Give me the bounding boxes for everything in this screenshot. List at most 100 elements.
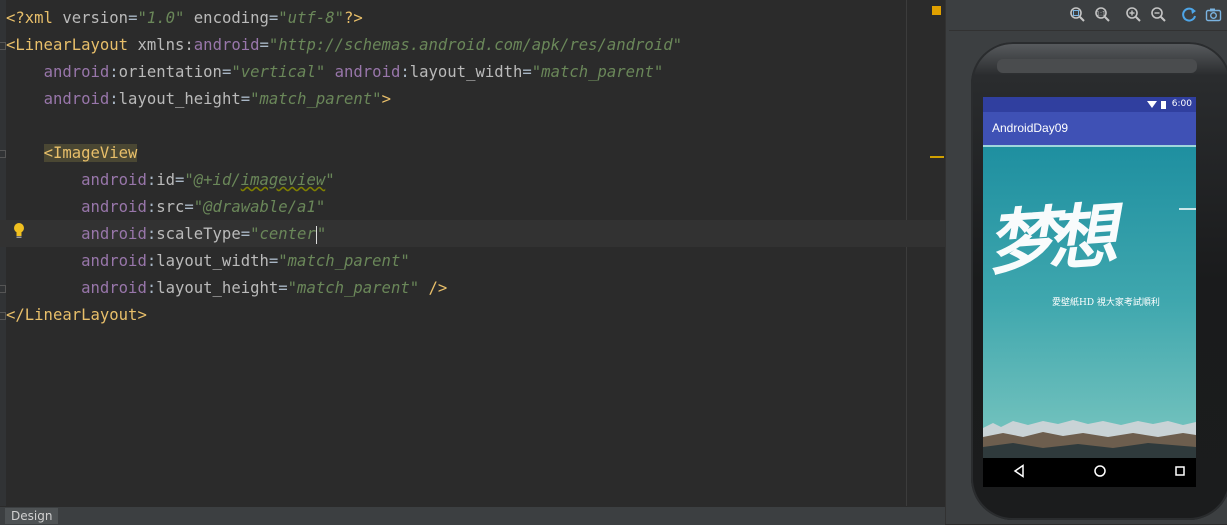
attr-orientation: orientation (118, 63, 222, 81)
tag-bracket: < (6, 36, 16, 54)
xml-decl-version-attr: version (62, 9, 129, 27)
app-title: AndroidDay09 (983, 112, 1196, 145)
screenshot-icon[interactable] (1205, 6, 1222, 23)
status-bar: 6:00 (983, 97, 1196, 112)
colon: : (109, 63, 119, 81)
value-center: "center (250, 225, 316, 243)
colon: : (400, 63, 410, 81)
value-drawable-a1: "@drawable/a1" (193, 198, 326, 216)
attr-layout-width: layout_width (156, 252, 269, 270)
tag-name-imageview: ImageView (52, 144, 138, 162)
value-id-prefix: "@+id/ (184, 171, 241, 189)
attr-namespace: android (81, 279, 147, 297)
attr-namespace: android (43, 90, 110, 108)
zoom-actual-icon[interactable]: 1:1 (1094, 6, 1111, 23)
closing-tag-open: </ (6, 306, 25, 324)
tag-name-linearlayout: LinearLayout (15, 36, 129, 54)
equals-sign: = (240, 225, 251, 243)
attr-id: id (156, 171, 175, 189)
attr-src: src (156, 198, 185, 216)
refresh-icon[interactable] (1181, 6, 1198, 23)
equals-sign: = (268, 252, 279, 270)
equals-sign: = (278, 279, 288, 297)
value-match-parent: "match_parent" (531, 63, 664, 81)
colon: : (146, 198, 157, 216)
code-line-8: android:src="@drawable/a1" (6, 194, 325, 221)
xml-decl-encoding-value: "utf-8" (278, 9, 345, 27)
xml-decl-encoding-attr: encoding (193, 9, 269, 27)
scrollbar-warning-marker[interactable] (930, 156, 944, 158)
self-closing-bracket: /> (419, 279, 448, 297)
attr-namespace: android (81, 225, 147, 243)
colon: : (146, 252, 157, 270)
value-id-imageview: imageview (240, 171, 326, 189)
value-match-parent: "match_parent" (278, 252, 410, 270)
preview-toolbar: 1:1 (949, 0, 1227, 31)
code-line-6: <ImageView (6, 140, 138, 167)
xml-decl-open: <?xml (6, 9, 63, 27)
xmlns-prefix: xmlns: (137, 36, 194, 54)
editor-bottom-tabs (0, 506, 945, 525)
attr-namespace: android (43, 63, 110, 81)
code-line-7: android:id="@+id/imageview" (6, 167, 335, 194)
zoom-in-icon[interactable] (1125, 6, 1142, 23)
code-line-9: android:scaleType="center" (6, 221, 326, 248)
value-match-parent: "match_parent" (287, 279, 420, 297)
xmlns-name: android (193, 36, 260, 54)
recents-icon[interactable] (1174, 464, 1186, 478)
xmlns-value: "http://schemas.android.com/apk/res/andr… (268, 36, 682, 54)
attr-scaletype: scaleType (156, 225, 241, 243)
imageview-preview[interactable]: 梦想 愛壁紙HD 視大家考試順利 (983, 145, 1196, 458)
inspection-status-icon[interactable] (932, 6, 941, 15)
attr-namespace: android (81, 171, 147, 189)
image-title-text: 梦想 (984, 193, 1110, 286)
tag-bracket: < (43, 144, 53, 162)
home-icon[interactable] (1093, 464, 1107, 478)
equals-sign: = (175, 171, 185, 189)
value-vertical: "vertical" (231, 63, 326, 81)
code-line-12: </LinearLayout> (6, 302, 147, 329)
equals-sign: = (522, 63, 532, 81)
svg-text:1:1: 1:1 (1096, 11, 1106, 18)
code-line-10: android:layout_width="match_parent" (6, 248, 410, 275)
value-id-close: " (325, 171, 335, 189)
xml-decl-version-value: "1.0" (137, 9, 185, 27)
code-editor[interactable]: <?xml version="1.0" encoding="utf-8"?> <… (0, 0, 945, 506)
colon: : (146, 279, 157, 297)
device-screen: 6:00 AndroidDay09 梦想 愛壁紙HD 視大家考試順利 (983, 97, 1196, 487)
layout-preview-panel: 1:1 6:00 AndroidDay09 梦想 愛壁紙HD 視大家考試順利 (949, 0, 1227, 524)
equals-sign: = (221, 63, 232, 81)
xml-decl-close: ?> (344, 9, 363, 27)
right-margin-guide (906, 0, 907, 506)
equals-sign: = (240, 90, 251, 108)
code-line-4: android:layout_height="match_parent"> (6, 86, 391, 113)
value-match-parent: "match_parent" (250, 90, 382, 108)
tag-name-linearlayout: LinearLayout (24, 306, 138, 324)
attr-layout-height: layout_height (156, 279, 279, 297)
colon: : (146, 225, 157, 243)
attr-layout-height: layout_height (118, 90, 241, 108)
equals-sign: = (268, 9, 279, 27)
status-time: 6:00 (1171, 99, 1192, 109)
attr-namespace: android (334, 63, 401, 81)
code-line-11: android:layout_height="match_parent" /> (6, 275, 447, 302)
zoom-fit-icon[interactable] (1069, 6, 1086, 23)
attr-namespace: android (81, 252, 147, 270)
attr-layout-width: layout_width (409, 63, 523, 81)
device-speaker (997, 59, 1197, 73)
zoom-out-icon[interactable] (1150, 6, 1167, 23)
tab-design[interactable]: Design (5, 508, 59, 524)
back-icon[interactable] (1013, 464, 1025, 478)
image-caption-text: 愛壁紙HD 視大家考試順利 (1052, 298, 1160, 308)
equals-sign: = (184, 198, 194, 216)
value-center-close: " (316, 225, 327, 243)
